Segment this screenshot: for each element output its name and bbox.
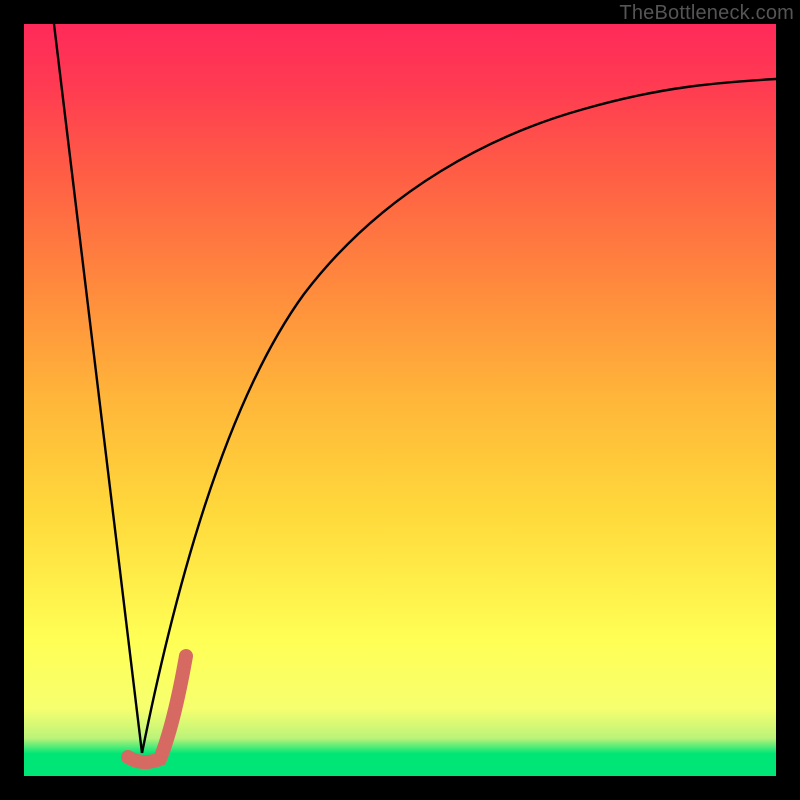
chart-frame: TheBottleneck.com (0, 0, 800, 800)
left-descent-line (54, 24, 142, 753)
watermark-text: TheBottleneck.com (619, 2, 794, 25)
plot-area (24, 24, 776, 776)
curve-overlay (24, 24, 776, 776)
right-log-curve (142, 79, 776, 753)
